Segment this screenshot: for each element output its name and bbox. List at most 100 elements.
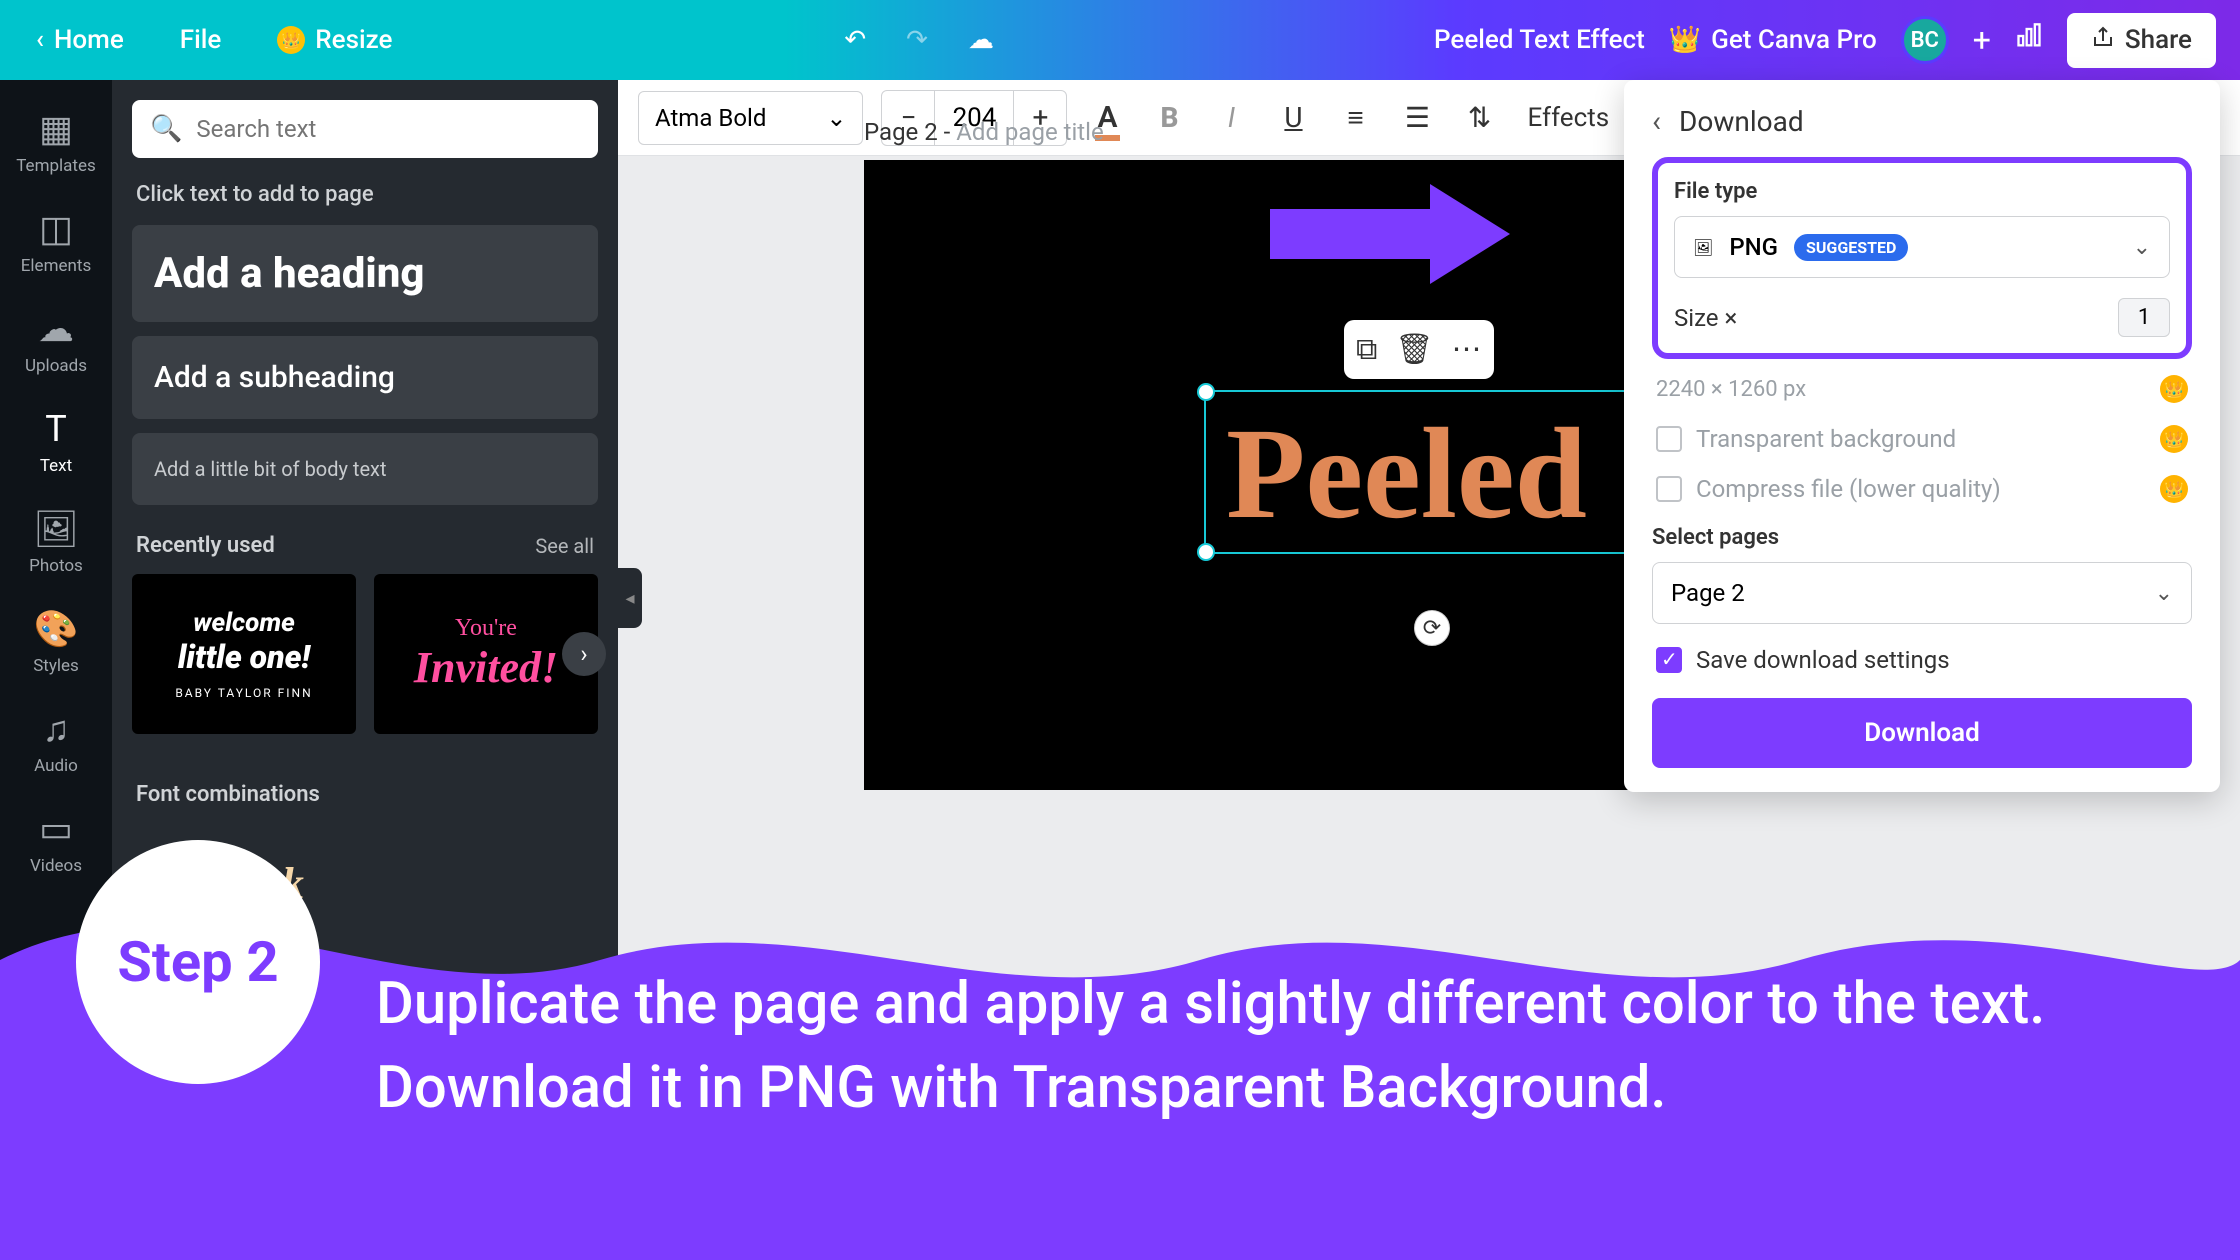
pro-badge-icon: 👑 — [2160, 425, 2188, 453]
bold-button[interactable]: B — [1147, 96, 1191, 140]
resize-handle[interactable] — [1197, 383, 1215, 401]
section-title: Recently used — [136, 533, 275, 558]
insights-icon[interactable] — [2015, 22, 2043, 58]
checkbox[interactable] — [1656, 426, 1682, 452]
topbar-right: Peeled Text Effect 👑 Get Canva Pro BC + … — [1434, 13, 2216, 68]
dimensions-row: 2240 × 1260 px 👑 — [1656, 375, 2188, 403]
highlight-box: File type 🖼 PNG SUGGESTED ⌄ Size × 1 — [1652, 157, 2192, 359]
text-icon: T — [45, 408, 66, 450]
checkbox[interactable] — [1656, 476, 1682, 502]
nav-label: Text — [40, 456, 72, 476]
topbar: ‹ Home File 👑 Resize ↶ ↷ ☁ Peeled Text E… — [0, 0, 2240, 80]
chevron-down-icon: ⌄ — [826, 104, 846, 132]
compress-option[interactable]: Compress file (lower quality) 👑 — [1656, 475, 2188, 503]
page-select[interactable]: Page 2 ⌄ — [1652, 562, 2192, 624]
nav-elements[interactable]: ◫Elements — [0, 192, 112, 292]
get-pro-button[interactable]: 👑 Get Canva Pro — [1669, 25, 1877, 55]
styles-icon: 🎨 — [34, 608, 79, 650]
nav-audio[interactable]: ♫ Audio — [0, 692, 112, 792]
search-input[interactable] — [196, 115, 580, 143]
file-button[interactable]: File — [168, 17, 234, 63]
home-button[interactable]: ‹ Home — [24, 17, 136, 63]
thumb-row: welcome little one! BABY TAYLOR FINN You… — [132, 574, 598, 734]
topbar-left: ‹ Home File 👑 Resize — [24, 17, 404, 63]
list-button[interactable]: ☰ — [1395, 96, 1439, 140]
download-title: Download — [1679, 105, 1804, 138]
chevron-left-icon: ‹ — [36, 25, 44, 55]
share-label: Share — [2125, 25, 2192, 55]
trash-icon[interactable]: 🗑 — [1395, 332, 1433, 367]
size-multiplier-input[interactable]: 1 — [2118, 298, 2170, 337]
nav-photos[interactable]: 🖼Photos — [0, 492, 112, 592]
nav-uploads[interactable]: ☁Uploads — [0, 292, 112, 392]
effects-button[interactable]: Effects — [1527, 103, 1609, 133]
download-button[interactable]: Download — [1652, 698, 2192, 768]
recently-used-header: Recently used See all — [136, 533, 594, 558]
suggested-badge: SUGGESTED — [1794, 234, 1908, 261]
page-label: Page 2 - Add page title — [864, 118, 1104, 146]
resize-label: Resize — [315, 25, 392, 55]
italic-button[interactable]: I — [1209, 96, 1253, 140]
collapse-panel-button[interactable]: ◂ — [618, 568, 642, 628]
back-icon[interactable]: ‹ — [1652, 104, 1661, 139]
file-format: PNG — [1729, 233, 1778, 261]
thumb-text: BABY TAYLOR FINN — [175, 686, 312, 700]
duplicate-icon[interactable]: ⧉ — [1356, 332, 1377, 367]
file-type-label: File type — [1674, 179, 2170, 204]
thumb-text: You're — [455, 615, 517, 642]
font-name: Atma Bold — [655, 104, 766, 132]
download-header: ‹ Download — [1652, 104, 2192, 139]
option-label: Transparent background — [1696, 425, 1956, 453]
step-instruction: Duplicate the page and apply a slightly … — [376, 962, 2192, 1130]
home-label: Home — [54, 25, 124, 55]
pro-label: Get Canva Pro — [1711, 25, 1877, 55]
chevron-down-icon: ⌄ — [2155, 581, 2173, 606]
tutorial-overlay: Step 2 Duplicate the page and apply a sl… — [0, 840, 2240, 1260]
transparent-bg-option[interactable]: Transparent background 👑 — [1656, 425, 2188, 453]
redo-icon[interactable]: ↷ — [906, 25, 928, 55]
nav-label: Photos — [29, 556, 83, 576]
spacing-button[interactable]: ⇅ — [1457, 96, 1501, 140]
pro-badge-icon: 👑 — [2160, 375, 2188, 403]
invite-plus-icon[interactable]: + — [1973, 21, 1991, 59]
elements-icon: ◫ — [39, 208, 73, 250]
share-icon — [2091, 25, 2115, 56]
file-type-select[interactable]: 🖼 PNG SUGGESTED ⌄ — [1674, 216, 2170, 278]
size-row: Size × 1 — [1674, 298, 2170, 337]
align-button[interactable]: ≡ — [1333, 96, 1377, 140]
add-heading-button[interactable]: Add a heading — [132, 225, 598, 322]
resize-button[interactable]: 👑 Resize — [265, 17, 404, 63]
document-title[interactable]: Peeled Text Effect — [1434, 25, 1645, 55]
underline-button[interactable]: U — [1271, 96, 1315, 140]
checkbox[interactable] — [1656, 647, 1682, 673]
thumb-text: Invited! — [414, 642, 558, 693]
share-button[interactable]: Share — [2067, 13, 2216, 68]
audio-icon: ♫ — [43, 708, 70, 750]
resize-handle[interactable] — [1197, 543, 1215, 561]
add-body-button[interactable]: Add a little bit of body text — [132, 433, 598, 505]
nav-label: Audio — [34, 756, 78, 776]
templates-icon: ▦ — [39, 108, 73, 150]
page-title-hint[interactable]: Add page title — [956, 118, 1103, 146]
next-thumbs-button[interactable]: › — [562, 632, 606, 676]
save-settings-option[interactable]: Save download settings — [1656, 646, 2188, 674]
see-all-link[interactable]: See all — [535, 534, 594, 558]
crown-icon: 👑 — [277, 26, 305, 54]
rotate-handle[interactable]: ⟳ — [1414, 610, 1450, 646]
search-icon: 🔍 — [150, 114, 182, 144]
font-select[interactable]: Atma Bold ⌄ — [638, 91, 863, 145]
image-icon: 🖼 — [1693, 238, 1713, 257]
page-number: Page 2 - — [864, 118, 956, 146]
nav-text[interactable]: T Text — [0, 392, 112, 492]
undo-icon[interactable]: ↶ — [844, 25, 866, 55]
avatar[interactable]: BC — [1901, 16, 1949, 64]
thumb-text: little one! — [178, 638, 310, 676]
nav-templates[interactable]: ▦Templates — [0, 92, 112, 192]
more-icon[interactable]: ⋯ — [1452, 332, 1482, 367]
nav-styles[interactable]: 🎨Styles — [0, 592, 112, 692]
text-template-thumb[interactable]: welcome little one! BABY TAYLOR FINN — [132, 574, 356, 734]
chevron-down-icon: ⌄ — [2133, 235, 2151, 260]
step-label: Step 2 — [117, 929, 278, 995]
file-label: File — [180, 25, 222, 55]
add-subheading-button[interactable]: Add a subheading — [132, 336, 598, 419]
